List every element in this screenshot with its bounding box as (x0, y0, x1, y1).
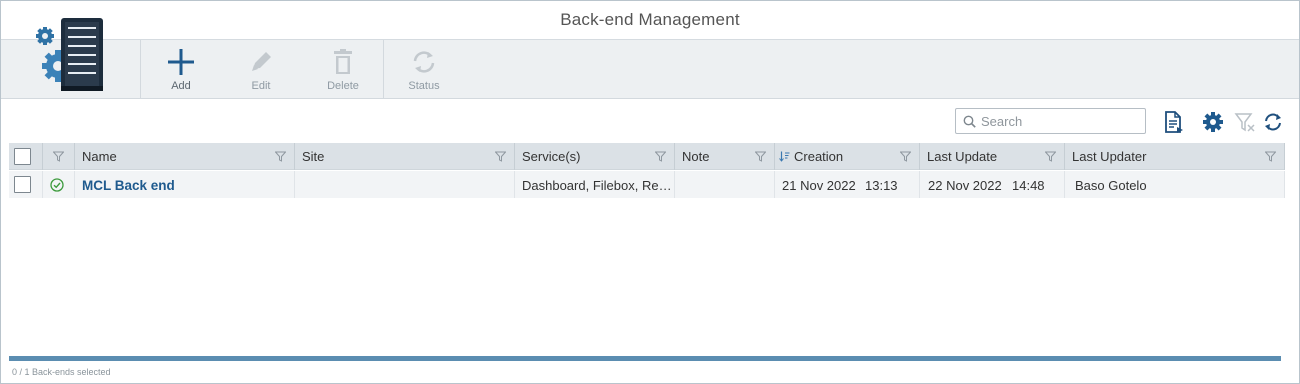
cell-creation: 21 Nov 2022 13:13 (775, 171, 920, 198)
select-all-column (9, 143, 43, 170)
status-button-label: Status (408, 80, 440, 92)
pencil-icon (252, 52, 271, 71)
column-header-site[interactable]: Site (295, 143, 515, 170)
search-box (955, 108, 1146, 134)
cell-note (675, 171, 775, 198)
check-circle-icon (50, 178, 64, 192)
filter-icon[interactable] (655, 151, 666, 162)
back-end-name-link[interactable]: MCL Back end (82, 178, 175, 193)
delete-button-label: Delete (327, 80, 359, 92)
add-button-label: Add (171, 80, 191, 92)
column-header-creation[interactable]: Creation (775, 143, 920, 170)
filter-icon[interactable] (755, 151, 766, 162)
search-icon (963, 115, 976, 128)
cell-last-updater: Baso Gotelo (1065, 171, 1285, 198)
search-input[interactable] (981, 112, 1141, 131)
column-header-note[interactable]: Note (675, 143, 775, 170)
gear-icon[interactable] (1202, 111, 1224, 133)
plus-icon (168, 49, 194, 75)
row-select-cell (9, 171, 43, 198)
cell-services: Dashboard, Filebox, Re… (515, 171, 675, 198)
filter-icon[interactable] (1045, 151, 1056, 162)
cell-site (295, 171, 515, 198)
sort-descending-icon (779, 151, 790, 162)
column-header-name[interactable]: Name (75, 143, 295, 170)
application-window: Back-end Management Add Edit Delete Stat… (0, 0, 1300, 384)
row-checkbox[interactable] (14, 176, 31, 193)
row-status-cell (43, 171, 75, 198)
horizontal-scrollbar[interactable] (9, 356, 1281, 361)
toolbar-separator (140, 40, 141, 98)
filter-icon[interactable] (53, 151, 64, 162)
column-header-last-updater[interactable]: Last Updater (1065, 143, 1285, 170)
filter-icon[interactable] (900, 151, 911, 162)
cell-name: MCL Back end (75, 171, 295, 198)
select-all-checkbox[interactable] (14, 148, 31, 165)
filter-icon[interactable] (495, 151, 506, 162)
filter-icon[interactable] (1265, 151, 1276, 162)
status-button[interactable]: Status (394, 46, 454, 96)
column-header-services[interactable]: Service(s) (515, 143, 675, 170)
status-column-header (43, 143, 75, 170)
export-document-icon[interactable] (1162, 111, 1184, 133)
grid-header: Name Site Service(s) Note Creation Last … (9, 143, 1285, 170)
toolbar: Add Edit Delete Status (1, 18, 1299, 99)
cell-last-update: 22 Nov 2022 14:48 (920, 171, 1065, 198)
trash-icon (334, 49, 352, 74)
selection-status: 0 / 1 Back-ends selected (12, 367, 111, 377)
add-button[interactable]: Add (151, 46, 211, 96)
delete-button[interactable]: Delete (313, 46, 373, 96)
column-header-last-update[interactable]: Last Update (920, 143, 1065, 170)
edit-button[interactable]: Edit (231, 46, 291, 96)
clear-filter-icon[interactable] (1234, 111, 1256, 133)
window-title: Back-end Management (560, 10, 740, 29)
toolbar-separator (383, 40, 384, 98)
server-gears-icon (36, 18, 103, 91)
title-bar: Back-end Management (1, 1, 1299, 40)
back-ends-grid: Name Site Service(s) Note Creation Last … (9, 143, 1285, 359)
edit-button-label: Edit (251, 80, 271, 92)
table-row[interactable]: MCL Back end Dashboard, Filebox, Re… 21 … (9, 171, 1285, 198)
refresh-status-icon (413, 51, 435, 73)
refresh-icon[interactable] (1262, 111, 1284, 133)
filter-icon[interactable] (275, 151, 286, 162)
